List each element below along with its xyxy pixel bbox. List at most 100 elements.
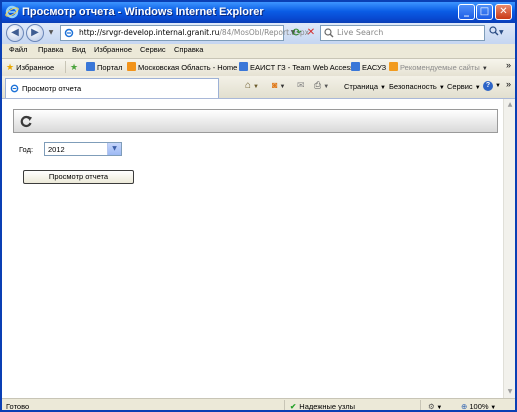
- favorites-separator: [65, 61, 66, 73]
- title-bar: Просмотр отчета - Windows Internet Explo…: [2, 2, 515, 23]
- zoom-control[interactable]: ⊕ 100% ▼: [461, 402, 496, 411]
- chevron-down-icon[interactable]: ▼: [107, 143, 121, 155]
- live-search-icon: [324, 28, 334, 38]
- help-button[interactable]: ? ▼: [483, 80, 501, 91]
- view-report-button[interactable]: Просмотр отчета: [23, 170, 134, 184]
- menu-bar: Файл Правка Вид Избранное Сервис Справка: [2, 44, 515, 59]
- zone-label: Надежные узлы: [299, 402, 356, 411]
- page-icon: [10, 84, 19, 93]
- mail-button[interactable]: ✉: [297, 80, 305, 91]
- help-icon: ?: [483, 81, 493, 91]
- year-select[interactable]: 2012 ▼: [44, 142, 122, 156]
- fav-link-label: Московская Область - Home: [138, 63, 238, 72]
- menu-view[interactable]: Вид: [72, 45, 86, 54]
- back-arrow-icon: ◀: [11, 27, 19, 38]
- window-title: Просмотр отчета - Windows Internet Explo…: [22, 6, 264, 18]
- address-bar[interactable]: http://srvgr-develop.internal.granit.ru/…: [60, 25, 309, 41]
- year-value: 2012: [48, 145, 65, 154]
- address-row: ◀ ▶ ▼ http://srvgr-develop.internal.gran…: [2, 23, 515, 44]
- menu-file[interactable]: Файл: [9, 45, 27, 54]
- internet-explorer-icon: [5, 5, 19, 19]
- search-placeholder: Live Search: [337, 28, 384, 37]
- stop-button[interactable]: ✕: [304, 26, 318, 40]
- sharepoint-icon: [127, 62, 136, 71]
- search-dropdown-icon: ▼: [499, 29, 504, 36]
- refresh-report-icon[interactable]: [20, 115, 33, 128]
- mail-icon: ✉: [297, 80, 305, 90]
- status-text: Готово: [6, 402, 30, 411]
- favorites-button[interactable]: ★ Избранное: [6, 62, 54, 73]
- security-menu[interactable]: Безопасность ▼: [389, 82, 445, 91]
- tab-report-view[interactable]: Просмотр отчета: [5, 78, 219, 98]
- forward-button[interactable]: ▶: [26, 24, 44, 42]
- page-menu[interactable]: Страница ▼: [344, 82, 386, 91]
- refresh-button[interactable]: ⟳: [290, 26, 304, 40]
- refresh-icon: ⟳: [292, 26, 302, 39]
- fav-link-label: Портал: [97, 63, 123, 72]
- fav-link-label: Рекомендуемые сайты: [400, 63, 480, 72]
- page-menu-label: Страница: [344, 82, 378, 91]
- security-menu-label: Безопасность: [389, 82, 437, 91]
- favorites-bar: ★ Избранное ★ Портал Московская Область …: [2, 59, 515, 77]
- scroll-up-icon[interactable]: ▲: [505, 100, 515, 110]
- fav-suggested-sites[interactable]: Рекомендуемые сайты ▼: [389, 62, 488, 72]
- tab-bar: Просмотр отчета ⌂ ▼ ◙ ▼ ✉ ⎙ ▼ Страница ▼ Без…: [2, 76, 515, 99]
- forward-arrow-icon: ▶: [31, 27, 39, 38]
- back-button[interactable]: ◀: [6, 24, 24, 42]
- history-dropdown[interactable]: ▼: [44, 26, 58, 40]
- status-bar: Готово ✔ Надежные узлы ⚙ ▼ ⊕ 100% ▼: [2, 398, 515, 411]
- add-favorite-icon: ★: [70, 62, 79, 72]
- fav-link-eaist[interactable]: ЕАИСТ ГЗ - Team Web Access: [239, 62, 354, 72]
- tab-label: Просмотр отчета: [22, 84, 82, 93]
- zoom-icon: ⊕: [461, 402, 468, 411]
- home-icon: ⌂: [245, 80, 252, 91]
- zoom-level: 100%: [469, 402, 489, 411]
- page-icon: [64, 28, 74, 38]
- menu-edit[interactable]: Правка: [38, 45, 63, 54]
- fav-link-label: ЕАИСТ ГЗ - Team Web Access: [250, 63, 354, 72]
- fav-link-portal[interactable]: Портал: [86, 62, 122, 72]
- fav-link-easuz[interactable]: ЕАСУЗ: [351, 62, 386, 72]
- vertical-scrollbar[interactable]: ▲ ▼: [503, 99, 515, 398]
- menu-help[interactable]: Справка: [174, 45, 203, 54]
- feeds-button[interactable]: ◙ ▼: [272, 80, 285, 90]
- magnifier-icon: [489, 26, 499, 36]
- page-icon: [239, 62, 248, 71]
- print-button[interactable]: ⎙ ▼: [314, 80, 329, 91]
- printer-icon: ⎙: [314, 80, 322, 90]
- favorites-label: Избранное: [16, 63, 55, 72]
- rss-icon: ◙: [272, 80, 278, 90]
- maximize-button[interactable]: □: [476, 4, 493, 20]
- scroll-down-icon[interactable]: ▼: [505, 387, 515, 397]
- status-separator: [420, 400, 421, 410]
- checkmark-icon: ✔: [290, 402, 297, 411]
- url-text[interactable]: http://srvgr-develop.internal.granit.ru/…: [79, 28, 309, 37]
- search-button[interactable]: ▼: [489, 26, 511, 40]
- favorites-overflow[interactable]: »: [506, 60, 511, 70]
- browser-window: Просмотр отчета - Windows Internet Explo…: [0, 0, 517, 412]
- add-favorite-button[interactable]: ★: [70, 62, 78, 73]
- home-button[interactable]: ⌂ ▼: [245, 80, 259, 91]
- security-zone[interactable]: ✔ Надежные узлы: [290, 402, 356, 411]
- close-window-button[interactable]: ✕: [495, 4, 512, 20]
- status-separator: [284, 400, 285, 410]
- report-toolbar: [13, 109, 498, 133]
- command-overflow[interactable]: »: [506, 79, 511, 89]
- tools-menu-label: Сервис: [447, 82, 473, 91]
- settings-icon: ⚙: [428, 402, 435, 411]
- fav-link-label: ЕАСУЗ: [362, 63, 387, 72]
- url-host: http://srvgr-develop.internal.granit.ru: [79, 28, 220, 37]
- page-content: Год: 2012 ▼ Просмотр отчета: [2, 99, 503, 398]
- protected-mode-button[interactable]: ⚙ ▼: [428, 402, 442, 411]
- fav-link-mosobl[interactable]: Московская Область - Home: [127, 62, 237, 72]
- page-icon: [351, 62, 360, 71]
- menu-favorites[interactable]: Избранное: [94, 45, 132, 54]
- tools-menu[interactable]: Сервис ▼: [447, 82, 481, 91]
- search-input[interactable]: Live Search: [320, 25, 485, 41]
- minimize-button[interactable]: _: [458, 4, 475, 20]
- suggested-sites-icon: [389, 62, 398, 71]
- menu-tools[interactable]: Сервис: [140, 45, 166, 54]
- page-icon: [86, 62, 95, 71]
- year-label: Год:: [19, 145, 34, 154]
- star-icon: ★: [6, 62, 15, 72]
